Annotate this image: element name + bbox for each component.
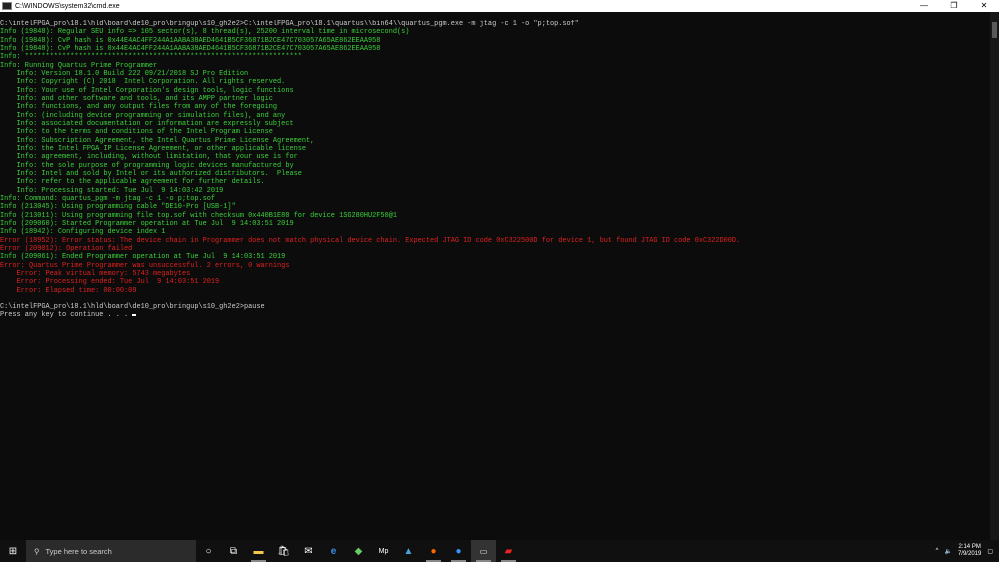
console-line: Error: Elapsed time: 00:00:09: [0, 286, 137, 295]
window-title: C:\WINDOWS\system32\cmd.exe: [15, 2, 120, 10]
file-explorer-icon[interactable]: ▬: [246, 540, 271, 562]
console-line: Error (18952): Error status: The device …: [0, 236, 741, 245]
console-line: Press any key to continue . . .: [0, 311, 990, 319]
store-icon[interactable]: 🛍: [271, 540, 296, 562]
console-line: Info: Version 18.1.0 Build 222 09/21/201…: [0, 69, 249, 78]
console-line: Error: Peak virtual memory: 5743 megabyt…: [0, 269, 191, 278]
console-line: Info (213011): Using programming file to…: [0, 211, 397, 220]
clock-time: 2:14 PM: [958, 544, 981, 550]
console-line: Info: associated documentation or inform…: [0, 119, 294, 128]
console-line: Info: agreement, including, without limi…: [0, 153, 298, 162]
cmd-taskbar-icon[interactable]: ▭: [471, 540, 496, 562]
acrobat-icon[interactable]: ▰: [496, 540, 521, 562]
app-globe-icon[interactable]: ●: [446, 540, 471, 562]
tray-chevron-icon[interactable]: ^: [936, 548, 939, 554]
console-line: Info: Your use of Intel Corporation's de…: [0, 86, 294, 95]
clock-date: 7/9/2019: [957, 551, 982, 557]
console-line: Info: and other software and tools, and …: [0, 94, 273, 103]
console-line: Info: functions, and any output files fr…: [0, 103, 278, 112]
volume-icon[interactable]: 🔈: [944, 548, 951, 555]
console-line: Info (19848): CvP hash is 0x44E4AC4FF244…: [0, 36, 381, 45]
console-line: Info: Subscription Agreement, the Intel …: [0, 136, 315, 145]
text-cursor: [132, 314, 137, 317]
clock[interactable]: 2:14 PM 7/9/2019: [958, 544, 981, 558]
minimize-button[interactable]: —: [909, 0, 939, 12]
console-line: Info: Copyright (C) 2018 Intel Corporati…: [0, 78, 286, 87]
notifications-icon[interactable]: ▢: [987, 548, 993, 555]
console-line: Error: Processing ended: Tue Jul 9 14:03…: [0, 278, 220, 287]
console-line: Info (209060): Started Programmer operat…: [0, 219, 294, 228]
console-line: Info: **********************************…: [0, 53, 302, 62]
search-icon: ⚲: [34, 546, 40, 556]
title-bar: C:\WINDOWS\system32\cmd.exe — ❐ ✕: [0, 0, 999, 12]
windows-start-icon[interactable]: ⊞: [0, 546, 26, 557]
console-line: Info: the sole purpose of programming lo…: [0, 161, 294, 170]
console-line: Info: Running Quartus Prime Programmer: [0, 61, 158, 70]
console-line: Info: Intel and sold by Intel or its aut…: [0, 169, 302, 178]
console-line: Info (213045): Using programming cable "…: [0, 203, 236, 212]
console-line: Error (209012): Operation failed: [0, 244, 133, 253]
scrollbar-thumb[interactable]: [992, 22, 997, 38]
console-line: Info: the Intel FPGA IP License Agreemen…: [0, 144, 306, 153]
console-line: Info: refer to the applicable agreement …: [0, 178, 265, 187]
app-blue-icon[interactable]: ▲: [396, 540, 421, 562]
app-diamond-icon[interactable]: ◆: [346, 540, 371, 562]
task-view-icon[interactable]: ⧉: [221, 540, 246, 562]
console-line: Info: to the terms and conditions of the…: [0, 128, 273, 137]
console-line: Info (19848): Regular SEU info => 105 se…: [0, 28, 410, 37]
console-line: Info (18942): Configuring device index 1: [0, 228, 166, 237]
close-button[interactable]: ✕: [969, 0, 999, 12]
console-line: Info: (including device programming or s…: [0, 111, 286, 120]
console-line: Info: Command: quartus_pgm -m jtag -c 1 …: [0, 194, 216, 203]
console-line: Info (19848): CvP hash is 0x44E4AC4FF244…: [0, 44, 381, 53]
console-line: C:\intelFPGA_pro\18.1\hld\board\de10_pro…: [0, 20, 579, 28]
console-line: Error: Quartus Prime Programmer was unsu…: [0, 261, 290, 270]
console-line: Info (209061): Ended Programmer operatio…: [0, 253, 286, 262]
cortana-icon[interactable]: ○: [196, 540, 221, 562]
taskbar: ⊞ ⚲ Type here to search ○ ⧉ ▬ 🛍 ✉ e ◆ Mp…: [0, 540, 999, 562]
mp-app-icon[interactable]: Mp: [371, 540, 396, 562]
console-line: C:\intelFPGA_pro\18.1\hld\board\de10_pro…: [0, 303, 265, 312]
maximize-button[interactable]: ❐: [939, 0, 969, 12]
cmd-icon: [2, 2, 12, 10]
edge-icon[interactable]: e: [321, 540, 346, 562]
console-output[interactable]: C:\intelFPGA_pro\18.1\hld\board\de10_pro…: [0, 20, 990, 538]
mail-icon[interactable]: ✉: [296, 540, 321, 562]
console-line: Info: Processing started: Tue Jul 9 14:0…: [0, 186, 224, 195]
search-placeholder: Type here to search: [45, 546, 112, 556]
scrollbar[interactable]: [990, 12, 999, 540]
search-box[interactable]: ⚲ Type here to search: [26, 540, 196, 562]
firefox-icon[interactable]: ●: [421, 540, 446, 562]
